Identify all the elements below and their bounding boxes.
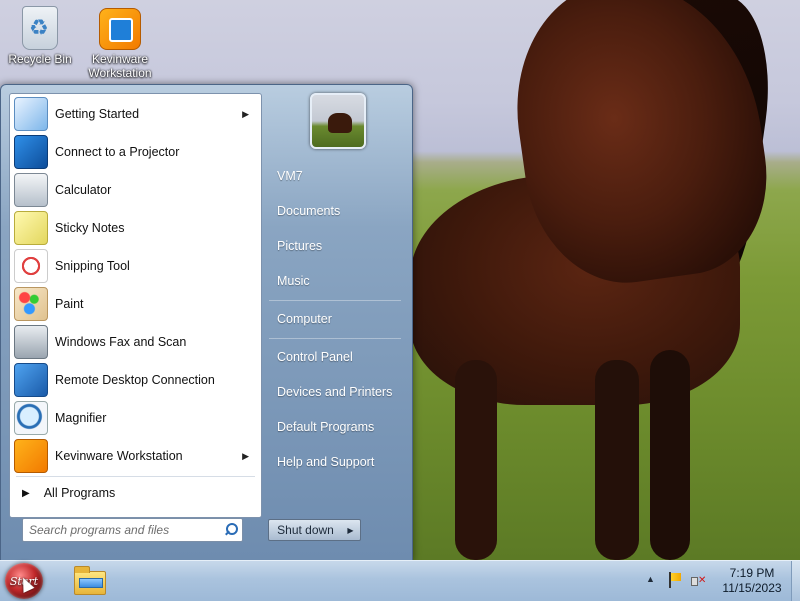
program-label: Paint — [55, 297, 84, 311]
desktop-icon-label: Recycle Bin — [8, 52, 72, 66]
program-item-getting-started[interactable]: Getting Started ▶ — [10, 95, 261, 133]
program-label: Windows Fax and Scan — [55, 335, 187, 349]
volume-muted-icon[interactable] — [690, 573, 706, 589]
projector-icon — [14, 135, 48, 169]
folder-icon — [74, 566, 106, 595]
clock-date: 11/15/2023 — [722, 581, 782, 595]
search-box — [22, 518, 243, 542]
all-programs-button[interactable]: ▶ All Programs — [10, 478, 261, 508]
program-label: Sticky Notes — [55, 221, 125, 235]
start-menu: Getting Started ▶ Connect to a Projector… — [0, 84, 413, 562]
program-item-magnifier[interactable]: Magnifier — [10, 399, 261, 437]
program-label: Magnifier — [55, 411, 107, 425]
clock[interactable]: 7:19 PM 11/15/2023 — [712, 566, 792, 596]
program-label: Remote Desktop Connection — [55, 373, 215, 387]
program-item-kevinware[interactable]: Kevinware Workstation ▶ — [10, 437, 261, 475]
right-separator — [269, 338, 401, 339]
program-item-remote-desktop[interactable]: Remote Desktop Connection — [10, 361, 261, 399]
program-label: Getting Started — [55, 107, 140, 121]
submenu-arrow-icon: ▶ — [242, 108, 249, 119]
submenu-arrow-icon: ▶ — [242, 450, 249, 461]
search-input[interactable] — [23, 522, 222, 538]
program-label: Calculator — [55, 183, 112, 197]
programs-pane: Getting Started ▶ Connect to a Projector… — [9, 93, 262, 518]
right-link-documents[interactable]: Documents — [277, 204, 340, 218]
desktop-icon-kevinware[interactable]: Kevinware Workstation — [80, 8, 160, 80]
program-label: Kevinware Workstation — [55, 449, 183, 463]
program-item-calculator[interactable]: Calculator — [10, 171, 261, 209]
wallpaper-horse-leg — [595, 360, 639, 560]
right-link-default-programs[interactable]: Default Programs — [277, 420, 374, 434]
recycle-bin-icon — [22, 6, 58, 50]
kevinware-icon — [99, 8, 141, 50]
program-item-paint[interactable]: Paint — [10, 285, 261, 323]
desktop-icon-recycle-bin[interactable]: Recycle Bin — [0, 6, 80, 66]
action-center-flag-icon[interactable] — [668, 572, 682, 588]
program-label: Connect to a Projector — [55, 145, 180, 159]
show-desktop-button[interactable] — [791, 561, 800, 601]
right-link-help-support[interactable]: Help and Support — [277, 455, 374, 469]
snipping-tool-icon — [14, 249, 48, 283]
show-hidden-icons-icon[interactable]: ▲ — [646, 574, 655, 584]
all-programs-arrow-icon: ▶ — [22, 487, 30, 499]
program-label: Snipping Tool — [55, 259, 130, 273]
search-icon[interactable] — [222, 522, 238, 538]
shutdown-options-button[interactable]: ▶ — [341, 519, 361, 541]
taskbar-explorer-button[interactable] — [70, 565, 110, 597]
right-link-user[interactable]: VM7 — [277, 169, 303, 183]
program-item-fax-scan[interactable]: Windows Fax and Scan — [10, 323, 261, 361]
taskbar: Start ▲ 7:19 PM 11/15/2023 — [0, 560, 800, 601]
program-item-snipping-tool[interactable]: Snipping Tool — [10, 247, 261, 285]
program-item-connect-projector[interactable]: Connect to a Projector — [10, 133, 261, 171]
shutdown-button[interactable]: Shut down — [268, 519, 343, 541]
sticky-notes-icon — [14, 211, 48, 245]
all-programs-label: All Programs — [43, 486, 116, 500]
paint-icon — [14, 287, 48, 321]
clock-time: 7:19 PM — [729, 566, 775, 580]
programs-separator — [16, 476, 255, 477]
right-link-music[interactable]: Music — [277, 274, 310, 288]
user-picture[interactable] — [310, 93, 366, 149]
desktop-icon-label: Kevinware Workstation — [88, 52, 152, 80]
right-link-pictures[interactable]: Pictures — [277, 239, 322, 253]
kevinware-icon — [14, 439, 48, 473]
right-link-control-panel[interactable]: Control Panel — [277, 350, 353, 364]
wallpaper-horse-leg — [650, 350, 690, 560]
program-item-sticky-notes[interactable]: Sticky Notes — [10, 209, 261, 247]
right-link-computer[interactable]: Computer — [277, 312, 332, 326]
calculator-icon — [14, 173, 48, 207]
magnifier-icon — [14, 401, 48, 435]
wallpaper-horse-leg — [455, 360, 497, 560]
right-separator — [269, 300, 401, 301]
right-link-devices-printers[interactable]: Devices and Printers — [277, 385, 392, 399]
fax-scan-icon — [14, 325, 48, 359]
getting-started-icon — [14, 97, 48, 131]
remote-desktop-icon — [14, 363, 48, 397]
